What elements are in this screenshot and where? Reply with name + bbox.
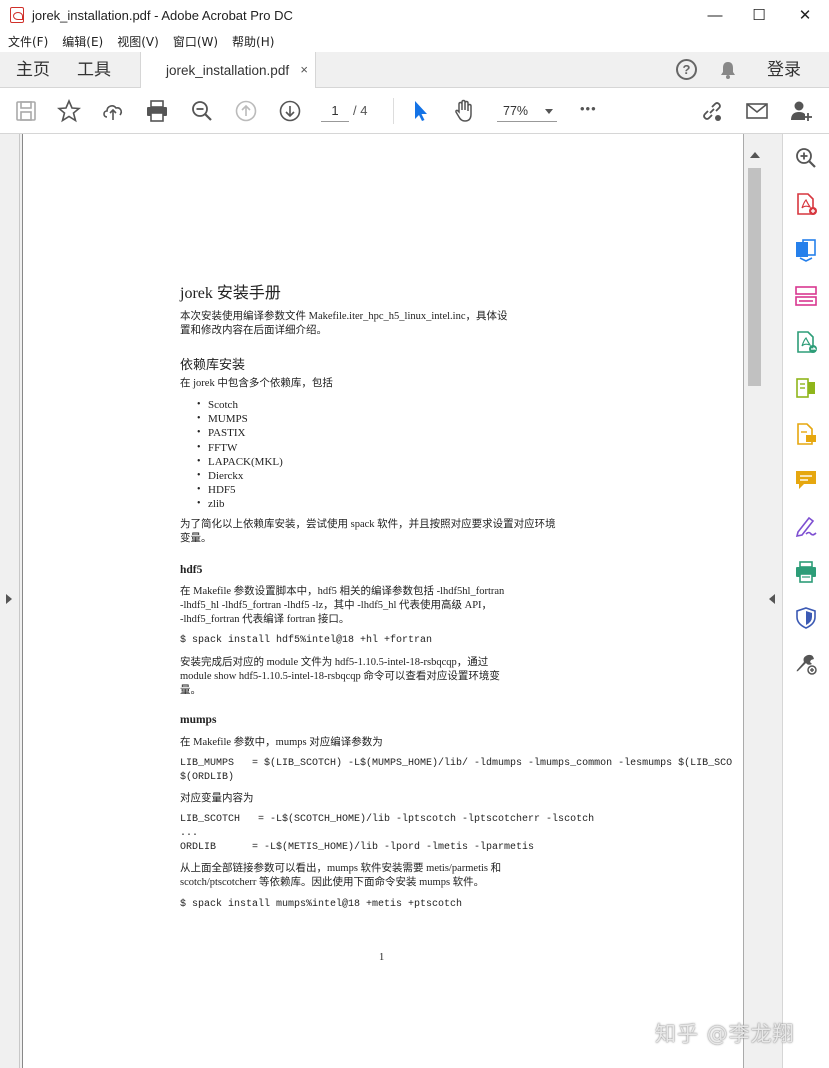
create-pdf-icon[interactable] [794,192,818,216]
pdf-mumps-vars: 对应变量内容为 [180,793,254,804]
tab-bar: 主页 工具 jorek_installation.pdf × ? 登录 [0,52,829,89]
pdf-scotch-code-line-3: ORDLIB = -L$(METIS_HOME)/lib -lpord -lme… [180,842,535,853]
pdf-hdf5-after-line-3: 量。 [180,685,201,696]
pdf-heading-deps: 依赖库安装 [180,357,246,372]
window-title: jorek_installation.pdf - Adobe Acrobat P… [32,7,293,23]
organize-pages-icon[interactable] [794,284,818,308]
list-item: Dierckx [180,469,283,483]
watermark: 知乎 @李龙翔 [655,1022,795,1046]
scroll-up-arrow-icon[interactable] [750,152,760,158]
left-panel-toggle[interactable] [0,134,20,1068]
close-window-button[interactable]: ✕ [782,0,828,30]
zoom-out-icon[interactable] [190,99,214,123]
pdf-hdf5-line-3: -lhdf5_fortran 代表编译 fortran 接口。 [180,614,350,625]
list-item: HDF5 [180,483,283,497]
tab-tools[interactable]: 工具 [77,52,111,88]
save-icon[interactable] [14,99,38,123]
pdf-hdf5-line-2: -lhdf5_hl -lhdf5_fortran -lhdf5 -lz，其中 -… [180,600,493,611]
pdf-deps-note-line-1: 为了简化以上依赖库安装，尝试使用 spack 软件，并且按照对应要求设置对应环境 [180,519,556,530]
chevron-down-icon [545,109,553,114]
maximize-button[interactable]: ☐ [736,0,782,30]
select-cursor-icon[interactable] [408,99,432,123]
right-panel-toggle[interactable] [764,134,783,1068]
pdf-deps-list: Scotch MUMPS PASTIX FFTW LAPACK(MKL) Die… [180,398,283,512]
list-item: PASTIX [180,426,283,440]
menu-file[interactable]: 文件(F) [8,33,48,50]
bookmark-star-icon[interactable] [57,99,81,123]
pdf-heading-hdf5: hdf5 [180,564,203,576]
pdf-mumps-command: $ spack install mumps%intel@18 +metis +p… [180,899,463,910]
hand-tool-icon[interactable] [452,99,476,123]
pdf-intro-line-2: 置和修改内容在后面详细介绍。 [180,325,327,336]
print-icon[interactable] [145,99,169,123]
page-total-label: / 4 [353,103,368,118]
menu-window[interactable]: 窗口(W) [173,33,218,50]
more-tools-button[interactable]: ••• [580,101,597,116]
protect-shield-icon[interactable] [794,606,818,630]
share-link-icon[interactable] [700,99,724,123]
vertical-scrollbar[interactable] [745,134,764,1068]
toolbar: 1 / 4 77% ••• [0,88,829,134]
pdf-hdf5-line-1: 在 Makefile 参数设置脚本中，hdf5 相关的编译参数包括 -lhdf5… [180,586,505,597]
chevron-left-icon [769,594,775,604]
add-user-icon[interactable] [789,99,813,123]
minimize-button[interactable]: — [692,0,738,30]
login-button[interactable]: 登录 [767,52,801,88]
comment-icon[interactable] [794,468,818,492]
pdf-deps-intro: 在 jorek 中包含多个依赖库，包括 [180,378,333,389]
pdf-mumps-after-line-2: scotch/ptscotcherr 等依赖库。因此使用下面命令安装 mumps… [180,877,485,888]
scrollbar-thumb[interactable] [748,168,761,386]
pdf-deps-note-line-2: 变量。 [180,533,212,544]
list-item: FFTW [180,441,283,455]
pdf-intro-line-1: 本次安装使用编译参数文件 Makefile.iter_hpc_h5_linux_… [180,311,508,322]
print-production-icon[interactable] [794,560,818,584]
toolbar-divider [393,98,394,124]
menu-bar: 文件(F) 编辑(E) 视图(V) 窗口(W) 帮助(H) [0,30,829,52]
export-pdf-icon[interactable] [794,330,818,354]
notification-bell-icon[interactable] [718,60,738,80]
acrobat-pdf-icon [10,7,24,23]
help-icon[interactable]: ? [676,59,697,80]
next-page-icon[interactable] [278,99,302,123]
pdf-scotch-code-line-2: ... [180,828,199,839]
pdf-page: jorek 安装手册 本次安装使用编译参数文件 Makefile.iter_hp… [22,134,744,1068]
close-tab-icon[interactable]: × [300,62,308,77]
more-tools-wrench-icon[interactable] [794,652,818,676]
title-bar: jorek_installation.pdf - Adobe Acrobat P… [0,0,829,30]
combine-files-icon[interactable] [794,238,818,262]
pdf-heading-mumps: mumps [180,714,217,726]
email-icon[interactable] [745,99,769,123]
edit-pdf-icon[interactable] [794,376,818,400]
page-number-input[interactable]: 1 [321,100,349,122]
pdf-mumps-code-line-2: $(ORDLIB) [180,772,235,783]
list-item: LAPACK(MKL) [180,455,283,469]
tab-document[interactable]: jorek_installation.pdf × [140,52,316,89]
pdf-page-number: 1 [379,952,385,963]
fill-sign-icon[interactable] [794,514,818,538]
menu-edit[interactable]: 编辑(E) [62,33,103,50]
previous-page-icon[interactable] [234,99,258,123]
document-tab-label: jorek_installation.pdf [166,63,290,78]
upload-cloud-icon[interactable] [101,99,125,123]
list-item: MUMPS [180,412,283,426]
tools-pane [783,134,829,1068]
pdf-hdf5-after-line-1: 安装完成后对应的 module 文件为 hdf5-1.10.5-intel-18… [180,657,489,668]
pdf-title: jorek 安装手册 [180,285,281,302]
list-item: Scotch [180,398,283,412]
pdf-hdf5-after-line-2: module show hdf5-1.10.5-intel-18-rsbqcqp… [180,671,500,682]
list-item: zlib [180,497,283,511]
pdf-scotch-code-line-1: LIB_SCOTCH = -L$(SCOTCH_HOME)/lib -lptsc… [180,814,595,825]
pdf-mumps-intro: 在 Makefile 参数中，mumps 对应编译参数为 [180,737,383,748]
zoom-in-icon[interactable] [794,146,818,170]
zoom-level-dropdown[interactable]: 77% [497,100,557,122]
pdf-mumps-code-line-1: LIB_MUMPS = $(LIB_SCOTCH) -L$(MUMPS_HOME… [180,758,733,769]
zoom-level-value: 77% [503,104,529,118]
pdf-hdf5-command: $ spack install hdf5%intel@18 +hl +fortr… [180,635,433,646]
menu-help[interactable]: 帮助(H) [232,33,274,50]
menu-view[interactable]: 视图(V) [117,33,159,50]
chevron-right-icon [6,594,12,604]
tab-home[interactable]: 主页 [16,52,50,88]
comment-document-icon[interactable] [794,422,818,446]
pdf-mumps-after-line-1: 从上面全部链接参数可以看出，mumps 软件安装需要 metis/parmeti… [180,863,502,874]
